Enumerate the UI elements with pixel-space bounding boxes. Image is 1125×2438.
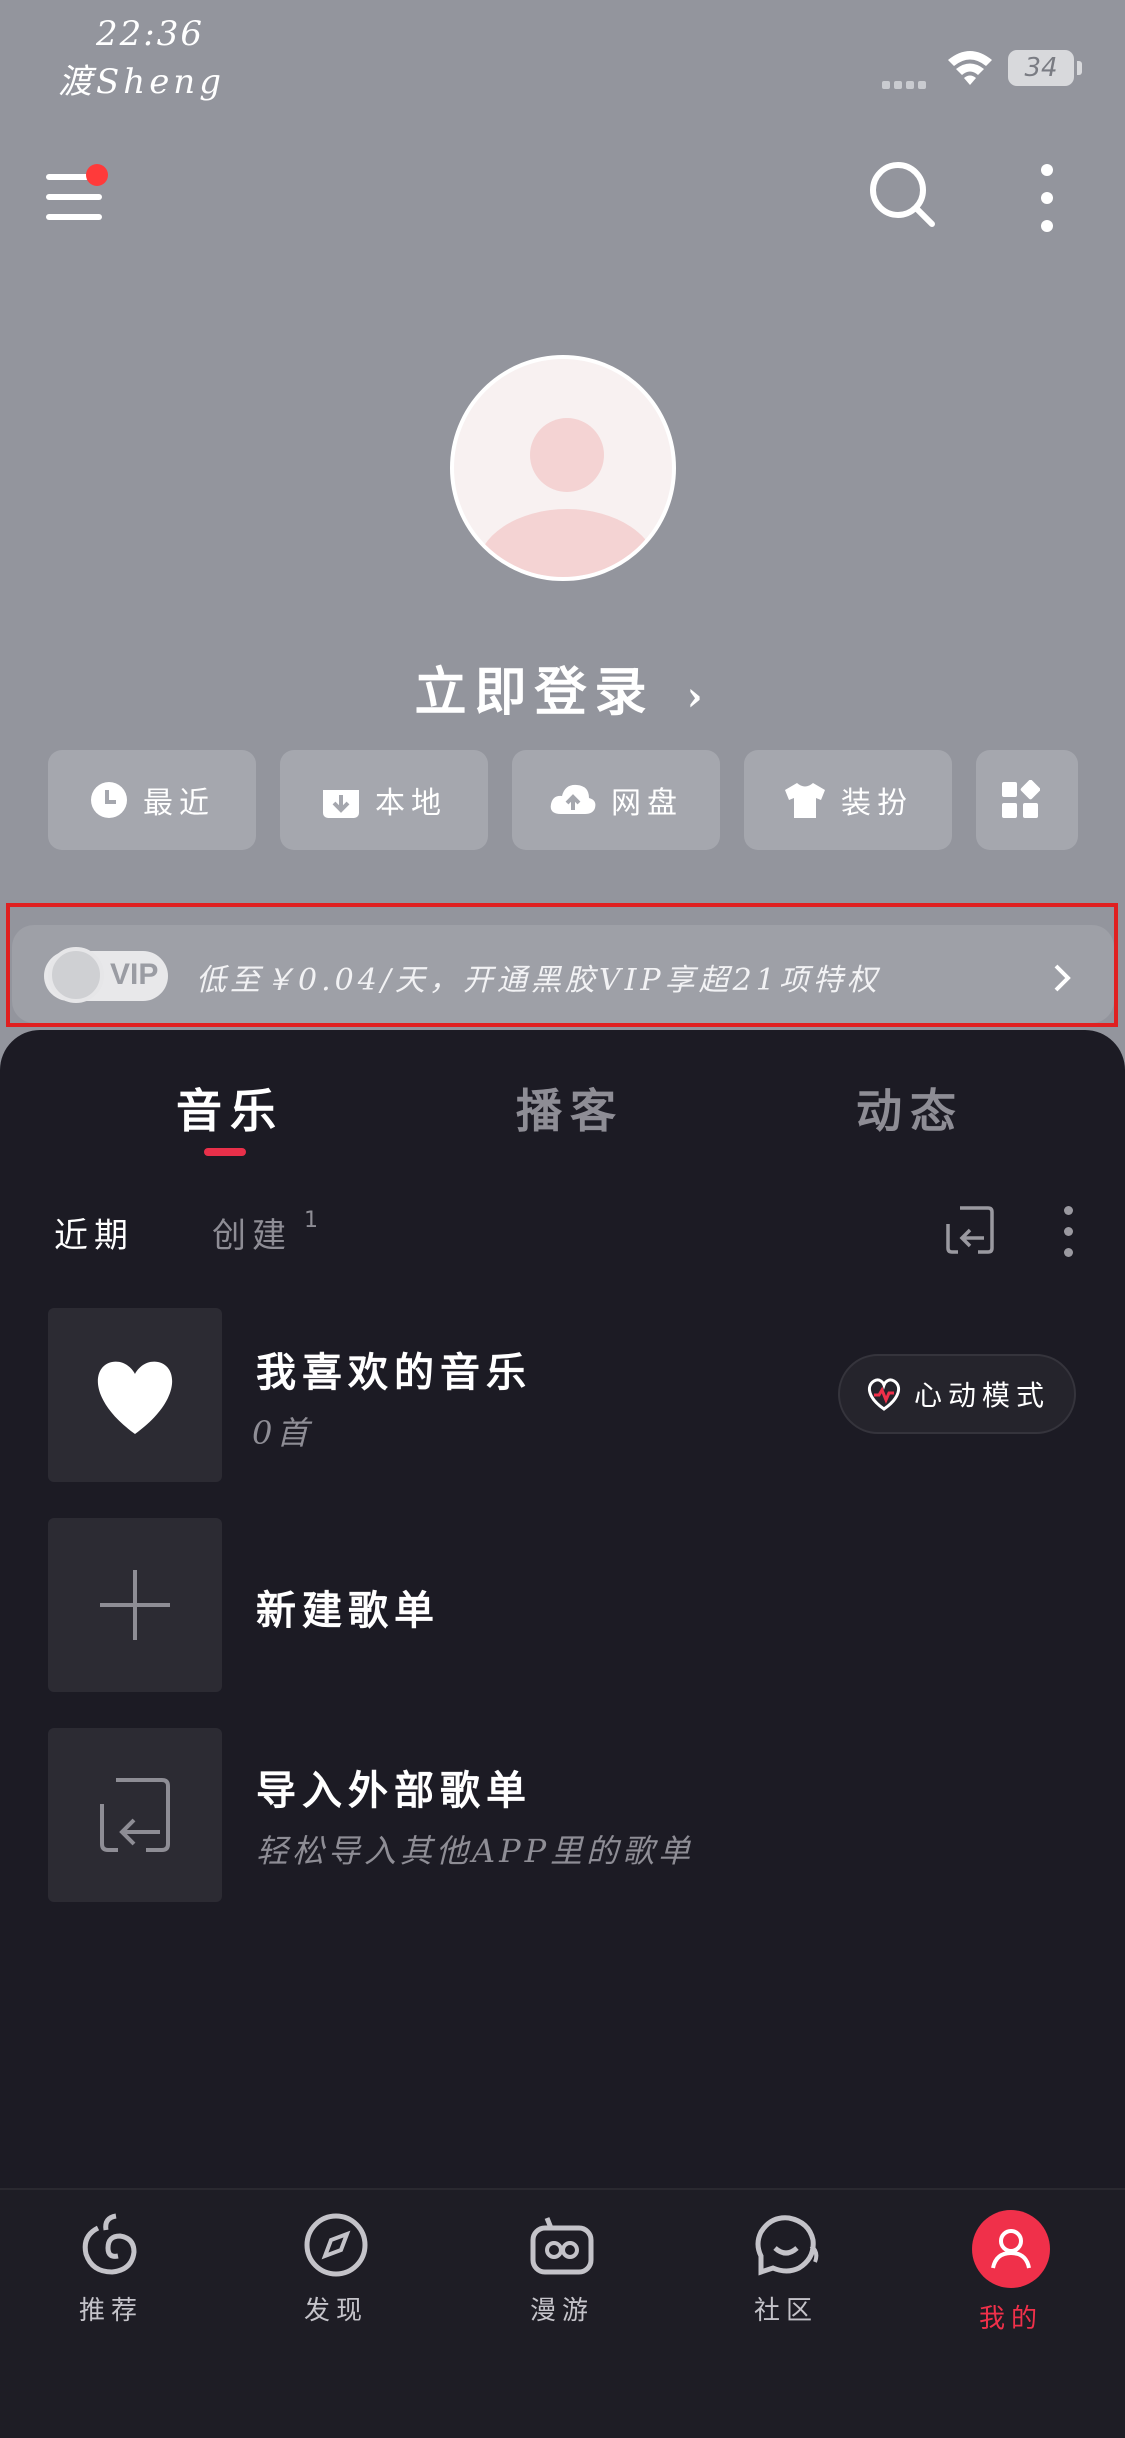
- search-icon[interactable]: [868, 160, 938, 230]
- tab-music[interactable]: 音乐: [176, 1075, 284, 1141]
- compass-icon: [304, 2213, 368, 2277]
- tab-activity[interactable]: 动态: [856, 1075, 964, 1141]
- nav-label: 发现: [303, 2296, 368, 2326]
- heartbeat-icon: [867, 1378, 901, 1411]
- import-icon: [100, 1778, 170, 1852]
- nav-active-badge: [972, 2210, 1050, 2288]
- chevron-right-icon: [1054, 964, 1071, 992]
- import-playlist-cover[interactable]: [48, 1728, 222, 1902]
- quick-action-more-apps[interactable]: [976, 750, 1078, 850]
- chevron-right-icon: ›: [686, 673, 711, 720]
- notification-dot: [86, 164, 108, 186]
- liked-music-cover[interactable]: [48, 1308, 222, 1482]
- quick-action-recent[interactable]: 最近: [48, 750, 256, 850]
- radio-icon: [530, 2217, 594, 2275]
- heart-icon: [97, 1361, 173, 1434]
- nav-community[interactable]: 社区: [716, 2210, 856, 2327]
- vertical-dots-icon[interactable]: [1062, 1206, 1074, 1257]
- wifi-icon: [948, 51, 992, 85]
- default-user-icon: [477, 418, 657, 577]
- login-link[interactable]: 立即登录 ›: [0, 650, 1125, 725]
- user-icon: [991, 2229, 1031, 2269]
- tshirt-icon: [785, 783, 825, 818]
- quick-action-local[interactable]: 本地: [280, 750, 488, 850]
- cloud-upload-icon: [550, 784, 596, 814]
- status-carrier-name: 渡Sheng: [58, 62, 225, 102]
- nav-label: 我的: [978, 2304, 1043, 2334]
- quick-action-label: 本地: [375, 786, 447, 821]
- quick-action-dressup[interactable]: 装扮: [744, 750, 952, 850]
- tab-podcast[interactable]: 播客: [516, 1075, 624, 1141]
- download-box-icon: [323, 784, 359, 818]
- quick-action-label: 最近: [143, 786, 215, 821]
- nav-label: 社区: [753, 2296, 818, 2326]
- vinyl-disc-icon: [48, 947, 104, 1003]
- quick-action-label: 装扮: [841, 786, 913, 821]
- playlist-title[interactable]: 我喜欢的音乐: [256, 1340, 532, 1398]
- bottom-navigation: 推荐 发现 漫游 社区 我的: [0, 2188, 1125, 2438]
- login-text: 立即登录: [414, 662, 655, 723]
- quick-action-cloud[interactable]: 网盘: [512, 750, 720, 850]
- playlist-title[interactable]: 新建歌单: [256, 1578, 440, 1636]
- vertical-dots-icon[interactable]: [1036, 164, 1058, 234]
- nav-label: 漫游: [529, 2296, 594, 2326]
- tab-active-indicator: [204, 1148, 246, 1156]
- battery-indicator: 34: [1008, 50, 1082, 86]
- playlist-subtitle: 0首: [252, 1414, 313, 1452]
- vip-badge-text: VIP: [110, 958, 159, 991]
- playlist-title[interactable]: 导入外部歌单: [256, 1758, 532, 1816]
- sub-tab-recent[interactable]: 近期: [54, 1208, 134, 1257]
- import-icon[interactable]: [944, 1204, 996, 1256]
- signal-icon: [882, 74, 934, 89]
- nav-discover[interactable]: 发现: [266, 2210, 406, 2327]
- nav-roam[interactable]: 漫游: [492, 2210, 632, 2327]
- created-count: 1: [304, 1208, 318, 1233]
- nav-recommend[interactable]: 推荐: [41, 2210, 181, 2327]
- new-playlist-cover[interactable]: [48, 1518, 222, 1692]
- nav-label: 推荐: [78, 2296, 143, 2326]
- chat-bubbles-icon: [755, 2215, 819, 2276]
- nav-mine[interactable]: 我的: [941, 2210, 1081, 2335]
- clock-icon: [91, 782, 127, 818]
- playlist-subtitle: 轻松导入其他APP里的歌单: [256, 1832, 695, 1870]
- vip-promo-text: 低至￥0.04/天，开通黑胶VIP享超21项特权: [196, 963, 881, 998]
- apps-grid-icon: [1002, 780, 1040, 818]
- quick-action-label: 网盘: [611, 786, 683, 821]
- plus-icon: [100, 1570, 170, 1640]
- heart-mode-button[interactable]: 心动模式: [838, 1354, 1076, 1434]
- avatar[interactable]: [450, 355, 676, 581]
- heart-mode-label: 心动模式: [913, 1379, 1050, 1412]
- netease-music-icon: [82, 2213, 137, 2275]
- sub-tab-created[interactable]: 创建: [212, 1208, 292, 1257]
- status-time: 22:36: [96, 14, 204, 54]
